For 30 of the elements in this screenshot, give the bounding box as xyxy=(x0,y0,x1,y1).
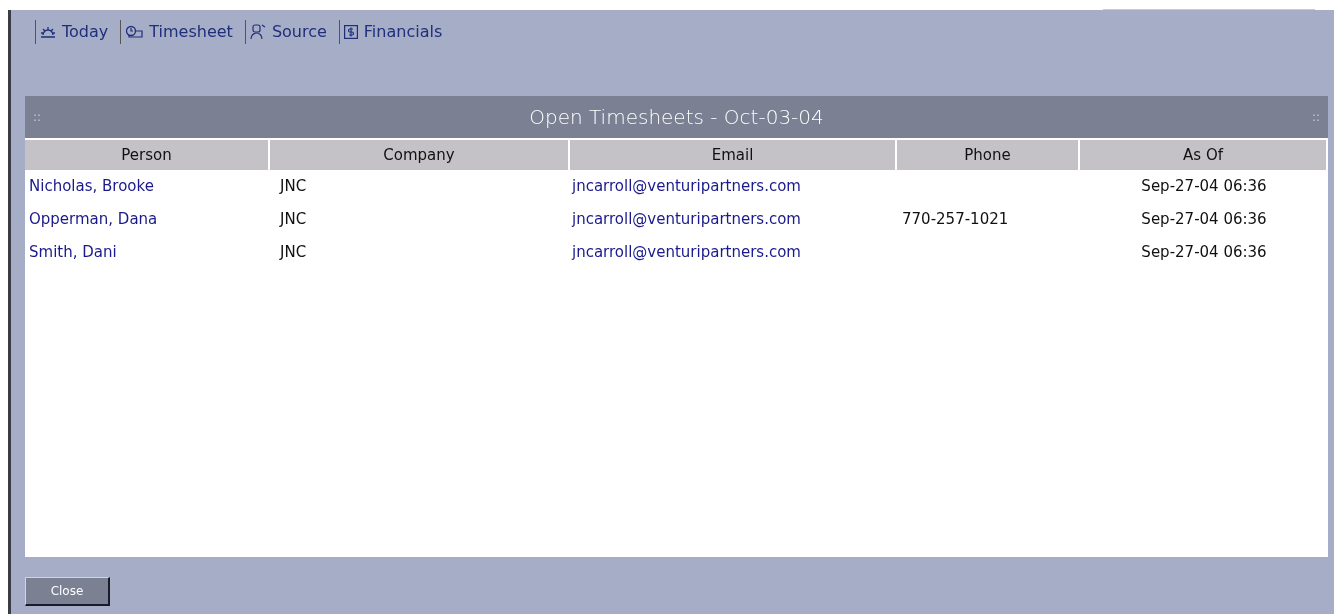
table-cell: Sep-27-04 06:36 xyxy=(1141,243,1267,262)
column-header: Person xyxy=(25,140,270,170)
person-link[interactable]: Nicholas, Brooke xyxy=(29,177,154,196)
column-header: Email xyxy=(570,140,897,170)
grip: :: xyxy=(1311,109,1320,126)
email-link[interactable]: jncarroll@venturipartners.com xyxy=(572,210,801,229)
email-link[interactable]: jncarroll@venturipartners.com xyxy=(572,243,801,262)
grip: :: xyxy=(33,109,42,126)
table-cell: JNC xyxy=(280,243,307,262)
table-cell: JNC xyxy=(280,177,307,196)
nav-link[interactable]: Financials xyxy=(338,20,443,44)
person-link[interactable]: Smith, Dani xyxy=(29,243,117,262)
person-link[interactable]: Opperman, Dana xyxy=(29,210,158,229)
email-link[interactable]: jncarroll@venturipartners.com xyxy=(572,177,801,196)
close-button[interactable]: Close xyxy=(25,577,110,606)
table-cell: Sep-27-04 06:36 xyxy=(1141,210,1267,229)
table-cell: 770-257-1021 xyxy=(902,210,1009,229)
nav-link[interactable]: Timesheet xyxy=(120,20,233,44)
sunrise-icon xyxy=(40,26,56,38)
table-cell: JNC xyxy=(280,210,307,229)
nav-link[interactable]: Today xyxy=(35,20,109,44)
column-header: Company xyxy=(270,140,570,170)
person-icon xyxy=(249,24,266,40)
dollar-icon xyxy=(343,25,358,39)
column-header: Phone xyxy=(897,140,1080,170)
clock-icon xyxy=(125,25,144,39)
table-cell: Sep-27-04 06:36 xyxy=(1141,177,1267,196)
nav-link[interactable]: Source xyxy=(244,20,327,44)
panel-title: Open Timesheets - Oct-03-04 xyxy=(529,104,824,131)
column-header: As Of xyxy=(1080,140,1328,170)
